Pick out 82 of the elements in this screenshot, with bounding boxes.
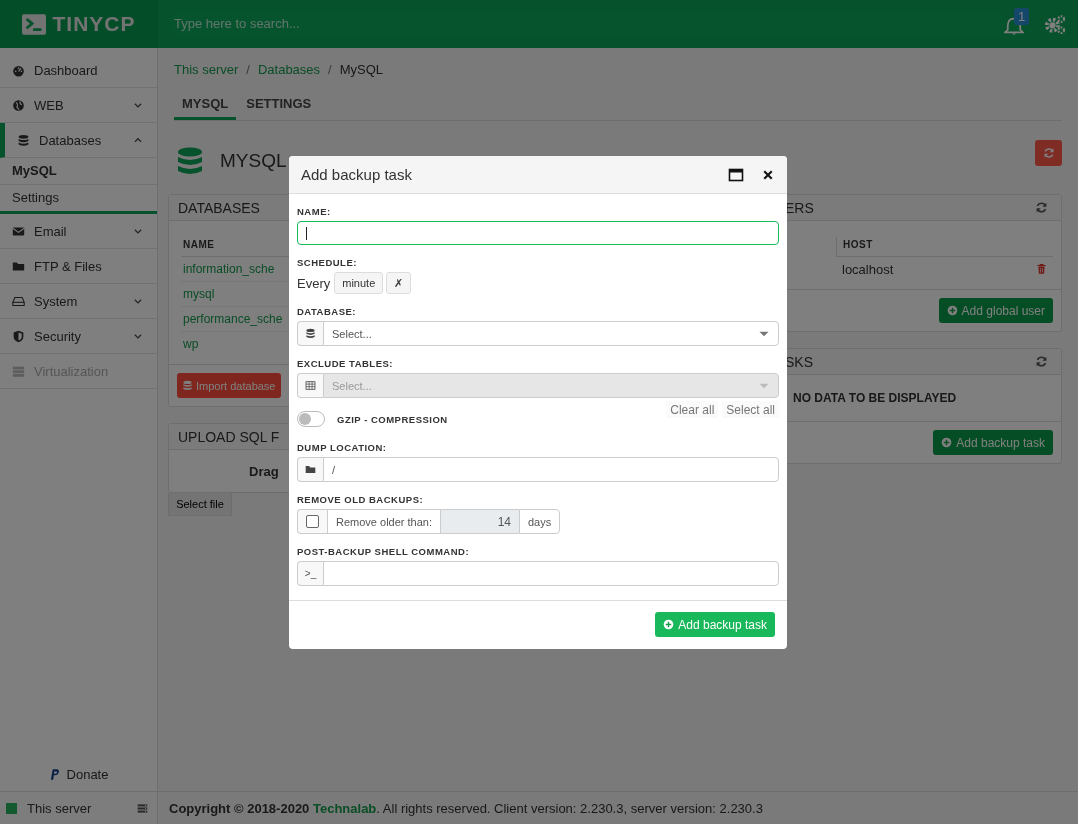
table-cell-text: localhost — [842, 261, 895, 277]
days-field[interactable]: 14 — [440, 509, 519, 534]
checkbox[interactable] — [306, 515, 319, 528]
field-label: DUMP LOCATION: — [297, 442, 388, 453]
sidebar-item[interactable]: Dashboard — [0, 53, 157, 88]
database-icon — [182, 380, 193, 391]
field-label: EXCLUDE TABLES: — [297, 358, 394, 369]
logo-text: TINYCP — [52, 12, 136, 36]
gauge-icon — [12, 63, 25, 77]
field-label: POST-BACKUP SHELL COMMAND: — [297, 546, 471, 557]
trash-icon[interactable] — [1036, 263, 1047, 275]
dialog-title: Add backup task — [301, 166, 413, 183]
toggle-switch[interactable] — [297, 411, 325, 427]
sidebar-item[interactable]: Security — [0, 319, 157, 354]
breadcrumb-link[interactable]: Databases — [257, 62, 321, 78]
field-label: REMOVE OLD BACKUPS: — [297, 494, 425, 505]
status-square-icon — [6, 802, 17, 814]
sidebar-item[interactable]: Email — [0, 214, 157, 249]
server-name: This server — [27, 800, 93, 816]
empty-message: NO DATA TO BE DISPLAYED — [793, 391, 957, 405]
card-title: DATABASES — [178, 199, 261, 216]
plus-icon — [946, 305, 958, 316]
schedule-unit-button[interactable]: minute — [334, 272, 384, 294]
field-label: NAME: — [297, 206, 332, 217]
import-button[interactable]: Import database — [177, 373, 281, 398]
prompt-label: >_ — [297, 561, 323, 586]
server-list-icon[interactable] — [136, 802, 149, 814]
server-icon — [12, 364, 25, 378]
breadcrumb-separator: / — [246, 62, 250, 78]
chevron-icon[interactable] — [133, 331, 143, 341]
add-user-button[interactable]: Add global user — [938, 298, 1053, 323]
breadcrumb-current: MySQL — [339, 62, 384, 78]
sidebar-subitem[interactable]: Settings — [0, 185, 157, 211]
refresh-button[interactable] — [1035, 140, 1062, 166]
shield-icon — [12, 329, 25, 343]
drive-icon — [12, 294, 25, 308]
chevron-icon[interactable] — [133, 296, 143, 306]
sidebar-item[interactable]: FTP & Files — [0, 249, 157, 284]
command-field[interactable] — [323, 561, 779, 586]
card-title: UPLOAD SQL F — [178, 428, 281, 445]
maximize-icon[interactable] — [728, 166, 744, 183]
database-icon — [305, 328, 316, 339]
page-title: MYSQL — [220, 150, 288, 172]
paypal-icon — [48, 767, 61, 781]
close-icon[interactable] — [762, 168, 774, 181]
tab[interactable]: SETTINGS — [238, 96, 320, 120]
folder-icon — [12, 259, 25, 273]
sidebar-subitem[interactable]: MySQL — [0, 158, 157, 185]
envelope-icon — [12, 224, 25, 238]
tab[interactable]: MYSQL — [174, 96, 237, 120]
retention-label: Remove older than: — [327, 509, 440, 534]
refresh-icon[interactable] — [1035, 355, 1048, 368]
chevron-icon[interactable] — [133, 135, 143, 145]
folder-icon — [305, 464, 316, 475]
add-task-button[interactable]: Add backup task — [933, 430, 1053, 455]
select-file-button[interactable]: Select file — [168, 493, 232, 516]
name-field[interactable] — [297, 221, 779, 245]
submit-button[interactable]: Add backup task — [655, 612, 775, 637]
notification-badge: 1 — [1014, 8, 1030, 25]
breadcrumb-link[interactable]: This server — [174, 62, 239, 78]
terminal-logo-icon — [22, 13, 47, 35]
database-icon — [17, 133, 30, 147]
column-header: HOST — [836, 237, 1053, 257]
chevron-icon[interactable] — [133, 226, 143, 236]
unit-label: days — [519, 509, 561, 534]
breadcrumb-separator: / — [328, 62, 332, 78]
select-field[interactable]: Select... — [323, 321, 779, 346]
table-icon — [305, 380, 316, 391]
refresh-icon — [1042, 147, 1055, 159]
clear-button[interactable]: ✗ — [386, 272, 412, 294]
chevron-icon[interactable] — [133, 100, 143, 110]
field-label: GZIP - COMPRESSION — [337, 413, 448, 425]
copyright-text: Copyright © 2018-2020 Technalab. All rights reserved. Client version: 2.230.3, server version: 2.230.3 — [169, 800, 763, 816]
plus-icon — [663, 619, 675, 630]
sidebar-item[interactable]: WEB — [0, 88, 157, 123]
globe-icon — [12, 98, 25, 112]
sidebar-item[interactable]: System — [0, 284, 157, 319]
donate-link[interactable]: Donate — [0, 759, 157, 789]
refresh-icon[interactable] — [1035, 201, 1048, 214]
path-field[interactable]: / — [323, 457, 779, 482]
plus-icon — [941, 437, 953, 448]
drop-zone-text: Drag — [249, 463, 279, 479]
